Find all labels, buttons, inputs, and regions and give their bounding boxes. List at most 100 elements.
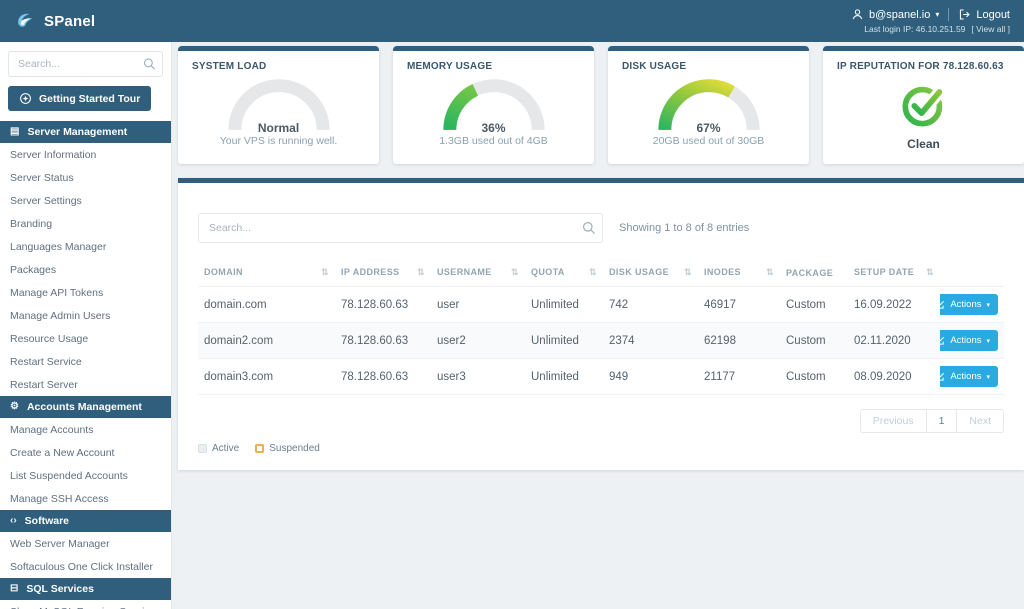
logout-button[interactable]: Logout	[958, 8, 1010, 21]
sidebar-item-list-suspended-accounts[interactable]: List Suspended Accounts	[0, 464, 171, 487]
sort-icon[interactable]: ⇅	[321, 267, 329, 278]
cell-disk_usage: 742	[603, 286, 698, 323]
sidebar-item-show-mysql-running-queries[interactable]: Show MySQL Running Queries	[0, 600, 171, 609]
sidebar-section-accounts-management[interactable]: ⚙ Accounts Management	[0, 396, 171, 418]
row-actions-button[interactable]: Actions ▾	[940, 366, 998, 387]
accounts-table: DOMAIN ⇅ IP ADDRESS ⇅ USERNAME ⇅ QUOTA ⇅ DISK US…	[198, 259, 1004, 395]
sidebar-section-sql-services[interactable]: ⊟ SQL Services	[0, 578, 171, 600]
table-search-input[interactable]	[198, 213, 603, 243]
ip-reputation-status: Clean	[907, 137, 940, 151]
pagination-next[interactable]: Next	[956, 409, 1004, 433]
cell-ip: 78.128.60.63	[335, 322, 431, 359]
legend-active: Active	[198, 443, 239, 454]
cell-package: Custom	[780, 358, 848, 395]
sort-icon[interactable]: ⇅	[766, 267, 774, 278]
column-label: PACKAGE	[786, 267, 834, 278]
column-header-setup-date[interactable]: SETUP DATE ⇅	[848, 259, 940, 287]
cell-setup_date: 16.09.2022	[848, 286, 940, 323]
account-email: b@spanel.io	[869, 8, 931, 21]
sidebar-item-server-status[interactable]: Server Status	[0, 166, 171, 189]
server-icon: ▤	[10, 126, 20, 137]
edit-icon	[940, 372, 945, 381]
sidebar-item-server-settings[interactable]: Server Settings	[0, 189, 171, 212]
sidebar-item-web-server-manager[interactable]: Web Server Manager	[0, 532, 171, 555]
sidebar-menu: ▤ Server Management Server Information Serv…	[0, 121, 171, 609]
pagination-previous[interactable]: Previous	[859, 409, 927, 433]
status-legend: Active Suspended	[198, 443, 1004, 454]
sidebar-item-create-a-new-account[interactable]: Create a New Account	[0, 441, 171, 464]
column-header-package: PACKAGE	[780, 259, 848, 287]
sidebar-section-label: Software	[24, 515, 70, 527]
chevron-down-icon: ▾	[986, 301, 990, 309]
legend-label: Active	[212, 443, 240, 454]
sidebar-section-software[interactable]: ‹› Software	[0, 510, 171, 532]
sidebar-search-input[interactable]	[8, 51, 163, 77]
column-header-username[interactable]: USERNAME ⇅	[431, 259, 525, 287]
sidebar-item-restart-server[interactable]: Restart Server	[0, 373, 171, 396]
top-header-bar: SPanel b@spanel.io ▾ Logout Last login I…	[0, 0, 1024, 42]
actions-label: Actions	[950, 299, 982, 310]
memory-usage-value: 36%	[481, 121, 506, 135]
account-menu[interactable]: b@spanel.io ▾	[851, 8, 939, 21]
sidebar-section-label: SQL Services	[26, 583, 94, 595]
sidebar-item-server-information[interactable]: Server Information	[0, 143, 171, 166]
cell-domain: domain.com	[198, 286, 335, 323]
system-load-sub: Your VPS is running well.	[219, 135, 338, 147]
legend-suspended: Suspended	[255, 443, 320, 454]
cell-domain: domain2.com	[198, 322, 335, 359]
sort-icon[interactable]: ⇅	[511, 267, 519, 278]
header-divider	[948, 8, 950, 21]
cell-actions: Actions ▾	[940, 322, 1004, 359]
gear-icon: ⚙	[10, 401, 19, 412]
sidebar-item-softaculous-one-click-installer[interactable]: Softaculous One Click Installer	[0, 555, 171, 578]
sidebar-item-packages[interactable]: Packages	[0, 258, 171, 281]
sidebar-item-manage-api-tokens[interactable]: Manage API Tokens	[0, 281, 171, 304]
column-header-quota[interactable]: QUOTA ⇅	[525, 259, 603, 287]
row-actions-button[interactable]: Actions ▾	[940, 330, 998, 351]
cell-package: Custom	[780, 322, 848, 359]
column-header-inodes[interactable]: INODES ⇅	[698, 259, 780, 287]
brand[interactable]: SPanel	[14, 10, 95, 32]
column-header-disk-usage[interactable]: DISK USAGE ⇅	[603, 259, 698, 287]
sort-icon[interactable]: ⇅	[684, 267, 692, 278]
sidebar-item-branding[interactable]: Branding	[0, 212, 171, 235]
card-disk-usage: DISK USAGE 67% 20GB used out of 30GB	[608, 46, 809, 164]
main-content: SYSTEM LOAD Normal Your VPS is running w…	[172, 42, 1024, 609]
brand-logo-icon	[18, 13, 33, 27]
cell-inodes: 21177	[698, 358, 780, 395]
sort-icon[interactable]: ⇅	[926, 267, 934, 278]
getting-started-tour-button[interactable]: Getting Started Tour	[8, 86, 152, 111]
sidebar-section-label: Accounts Management	[26, 401, 142, 413]
table-row: domain.com 78.128.60.63 user Unlimited 742 46…	[198, 286, 1004, 323]
sidebar-item-restart-service[interactable]: Restart Service	[0, 350, 171, 373]
row-actions-button[interactable]: Actions ▾	[940, 294, 998, 315]
legend-swatch-suspended	[255, 444, 265, 453]
sidebar-section-label: Server Management	[27, 126, 128, 138]
cell-inodes: 46917	[698, 286, 780, 323]
view-all-link[interactable]: [ View all ]	[971, 24, 1010, 34]
column-label: QUOTA	[531, 267, 565, 277]
column-header-ip-address[interactable]: IP ADDRESS ⇅	[335, 259, 431, 287]
disk-usage-sub: 20GB used out of 30GB	[652, 135, 765, 147]
sidebar-item-manage-accounts[interactable]: Manage Accounts	[0, 418, 171, 441]
sort-icon[interactable]: ⇅	[417, 267, 425, 278]
sidebar-section-server-management[interactable]: ▤ Server Management	[0, 121, 171, 143]
cell-actions: Actions ▾	[940, 286, 1004, 323]
sidebar-item-languages-manager[interactable]: Languages Manager	[0, 235, 171, 258]
stat-cards: SYSTEM LOAD Normal Your VPS is running w…	[178, 46, 1024, 164]
sidebar-item-manage-ssh-access[interactable]: Manage SSH Access	[0, 487, 171, 510]
actions-label: Actions	[950, 371, 982, 382]
sort-icon[interactable]: ⇅	[589, 267, 597, 278]
pagination-page-1[interactable]: 1	[925, 409, 958, 433]
cell-disk_usage: 949	[603, 358, 698, 395]
column-header-domain[interactable]: DOMAIN ⇅	[198, 259, 335, 287]
cell-quota: Unlimited	[525, 322, 603, 359]
table-row: domain2.com 78.128.60.63 user2 Unlimited 237…	[198, 322, 1004, 359]
logout-icon	[960, 9, 971, 20]
system-load-value: Normal	[257, 121, 300, 135]
card-ip-reputation: IP REPUTATION FOR 78.128.60.63 Clean	[823, 46, 1024, 164]
table-row: domain3.com 78.128.60.63 user3 Unlimited 949…	[198, 358, 1004, 395]
sidebar-item-resource-usage[interactable]: Resource Usage	[0, 327, 171, 350]
legend-swatch-active	[198, 444, 207, 453]
sidebar-item-manage-admin-users[interactable]: Manage Admin Users	[0, 304, 171, 327]
